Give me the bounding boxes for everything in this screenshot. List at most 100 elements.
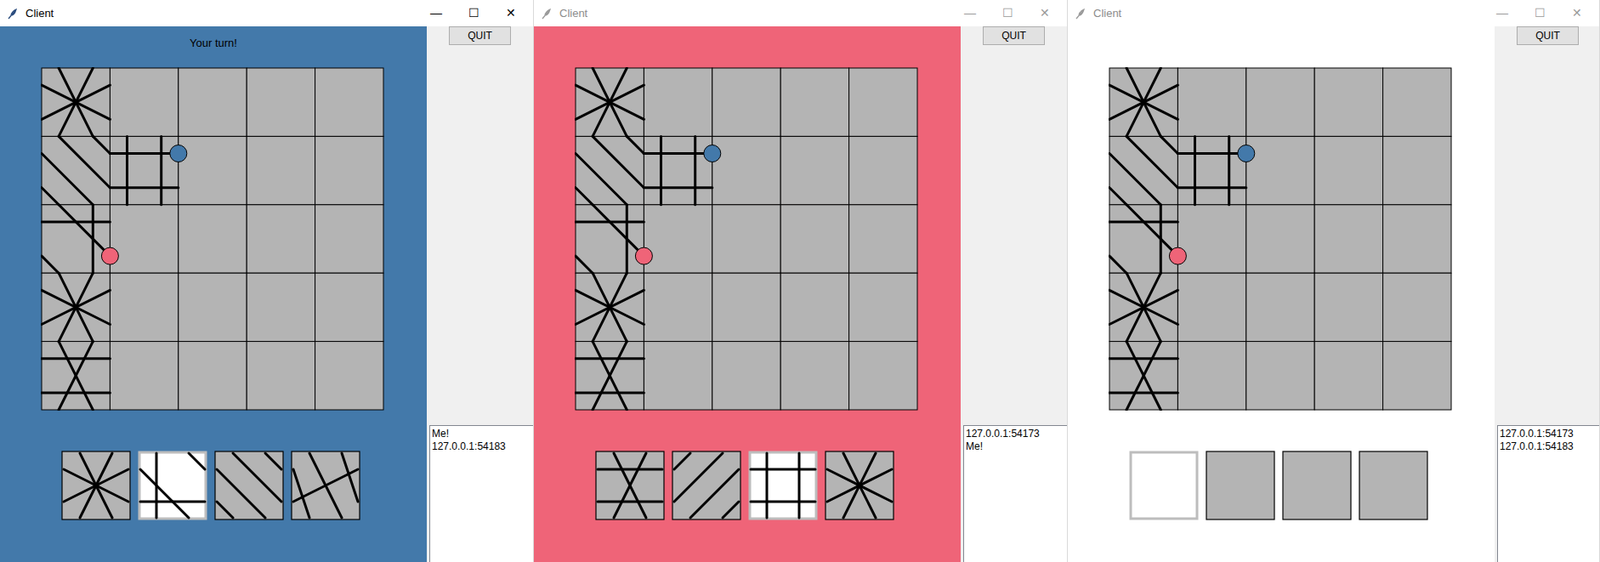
maximize-button[interactable]: ☐ — [1520, 4, 1559, 23]
board-cell[interactable] — [575, 136, 644, 205]
board-cell[interactable] — [780, 204, 849, 273]
maximize-button[interactable]: ☐ — [454, 4, 493, 23]
player-entry[interactable]: 127.0.0.1:54183 — [431, 440, 532, 454]
client-window[interactable]: Client—☐✕QUIT 127.0.0.1:54173127.0.0.1:54… — [1067, 0, 1600, 562]
board-cell[interactable] — [712, 68, 781, 137]
board-cell[interactable] — [712, 272, 781, 341]
board-cell[interactable] — [109, 204, 178, 273]
board-cell[interactable] — [41, 341, 110, 410]
board-cell[interactable] — [109, 136, 178, 205]
board-cell[interactable] — [1246, 272, 1315, 341]
player-entry[interactable]: Me! — [965, 440, 1066, 454]
board-cell[interactable] — [246, 341, 315, 410]
board-cell[interactable] — [1383, 68, 1452, 137]
board-cell[interactable] — [1177, 68, 1246, 137]
board-cell[interactable] — [178, 204, 247, 273]
board-cell[interactable] — [1383, 204, 1452, 273]
close-button[interactable]: ✕ — [1026, 4, 1064, 23]
quit-button[interactable]: QUIT — [982, 26, 1045, 46]
game-canvas[interactable] — [1067, 26, 1495, 562]
board-cell[interactable] — [575, 204, 644, 273]
minimize-button[interactable]: — — [951, 4, 989, 23]
board-cell[interactable] — [315, 204, 384, 273]
board-cell[interactable] — [1109, 341, 1178, 410]
close-button[interactable]: ✕ — [492, 4, 530, 23]
board-cell[interactable] — [246, 272, 315, 341]
board-cell[interactable] — [315, 68, 384, 137]
board-cell[interactable] — [178, 136, 247, 205]
players-list[interactable]: Me!127.0.0.1:54183 — [429, 425, 534, 562]
board-cell[interactable] — [849, 272, 918, 341]
board-cell[interactable] — [1314, 341, 1383, 410]
board-cell[interactable] — [109, 341, 178, 410]
board-cell[interactable] — [1177, 341, 1246, 410]
hand-tile[interactable] — [290, 450, 361, 521]
board-cell[interactable] — [849, 204, 918, 273]
hand-tile[interactable] — [1282, 450, 1352, 521]
hand-tile[interactable] — [824, 450, 895, 521]
board-cell[interactable] — [1246, 68, 1315, 137]
board-cell[interactable] — [1109, 136, 1178, 205]
board-cell[interactable] — [575, 68, 644, 137]
hand-tile[interactable] — [1358, 450, 1429, 521]
board-cell[interactable] — [643, 136, 712, 205]
board-cell[interactable] — [643, 272, 712, 341]
board-cell[interactable] — [1246, 204, 1315, 273]
board-cell[interactable] — [643, 68, 712, 137]
quit-button[interactable]: QUIT — [448, 26, 511, 46]
board-cell[interactable] — [1109, 204, 1178, 273]
board-cell[interactable] — [712, 341, 781, 410]
board-cell[interactable] — [780, 68, 849, 137]
board-cell[interactable] — [1383, 136, 1452, 205]
players-list[interactable]: 127.0.0.1:54173Me! — [963, 425, 1067, 562]
board-cell[interactable] — [178, 68, 247, 137]
board-cell[interactable] — [246, 68, 315, 137]
board-cell[interactable] — [780, 272, 849, 341]
hand-tile[interactable] — [748, 450, 818, 521]
board-cell[interactable] — [1314, 204, 1383, 273]
hand-tile[interactable] — [1205, 450, 1276, 521]
game-canvas[interactable] — [533, 26, 961, 562]
board-cell[interactable] — [315, 341, 384, 410]
game-board[interactable] — [574, 67, 919, 411]
title-bar[interactable]: Client—☐✕ — [0, 0, 534, 27]
board-cell[interactable] — [178, 272, 247, 341]
board-cell[interactable] — [315, 136, 384, 205]
board-cell[interactable] — [712, 136, 781, 205]
board-cell[interactable] — [315, 272, 384, 341]
board-cell[interactable] — [1314, 272, 1383, 341]
board-cell[interactable] — [575, 272, 644, 341]
maximize-button[interactable]: ☐ — [988, 4, 1027, 23]
hand-tile[interactable] — [671, 450, 742, 521]
board-cell[interactable] — [109, 68, 178, 137]
board-cell[interactable] — [246, 136, 315, 205]
board-cell[interactable] — [1177, 272, 1246, 341]
player-entry[interactable]: 127.0.0.1:54173 — [965, 427, 1066, 441]
minimize-button[interactable]: — — [1483, 4, 1521, 23]
hand-tile[interactable] — [1129, 450, 1199, 521]
board-cell[interactable] — [712, 204, 781, 273]
board-cell[interactable] — [849, 136, 918, 205]
board-cell[interactable] — [780, 136, 849, 205]
board-cell[interactable] — [1314, 136, 1383, 205]
board-cell[interactable] — [1109, 68, 1178, 137]
title-bar[interactable]: Client—☐✕ — [533, 0, 1067, 27]
board-cell[interactable] — [1177, 204, 1246, 273]
board-cell[interactable] — [1383, 341, 1452, 410]
hand-tile[interactable] — [214, 450, 284, 521]
board-cell[interactable] — [643, 341, 712, 410]
board-cell[interactable] — [41, 272, 110, 341]
quit-button[interactable]: QUIT — [1516, 26, 1579, 46]
game-canvas[interactable]: Your turn! — [0, 26, 427, 562]
board-cell[interactable] — [41, 136, 110, 205]
board-cell[interactable] — [41, 68, 110, 137]
client-window[interactable]: Client—☐✕QUIT 127.0.0.1:54173Me! — [533, 0, 1068, 562]
board-cell[interactable] — [1177, 136, 1246, 205]
title-bar[interactable]: Client—☐✕ — [1067, 0, 1600, 27]
minimize-button[interactable]: — — [417, 4, 455, 23]
board-cell[interactable] — [1383, 272, 1452, 341]
game-board[interactable] — [40, 67, 385, 411]
board-cell[interactable] — [575, 341, 644, 410]
game-board[interactable] — [1108, 67, 1453, 411]
players-list[interactable]: 127.0.0.1:54173127.0.0.1:54183 — [1497, 425, 1600, 562]
